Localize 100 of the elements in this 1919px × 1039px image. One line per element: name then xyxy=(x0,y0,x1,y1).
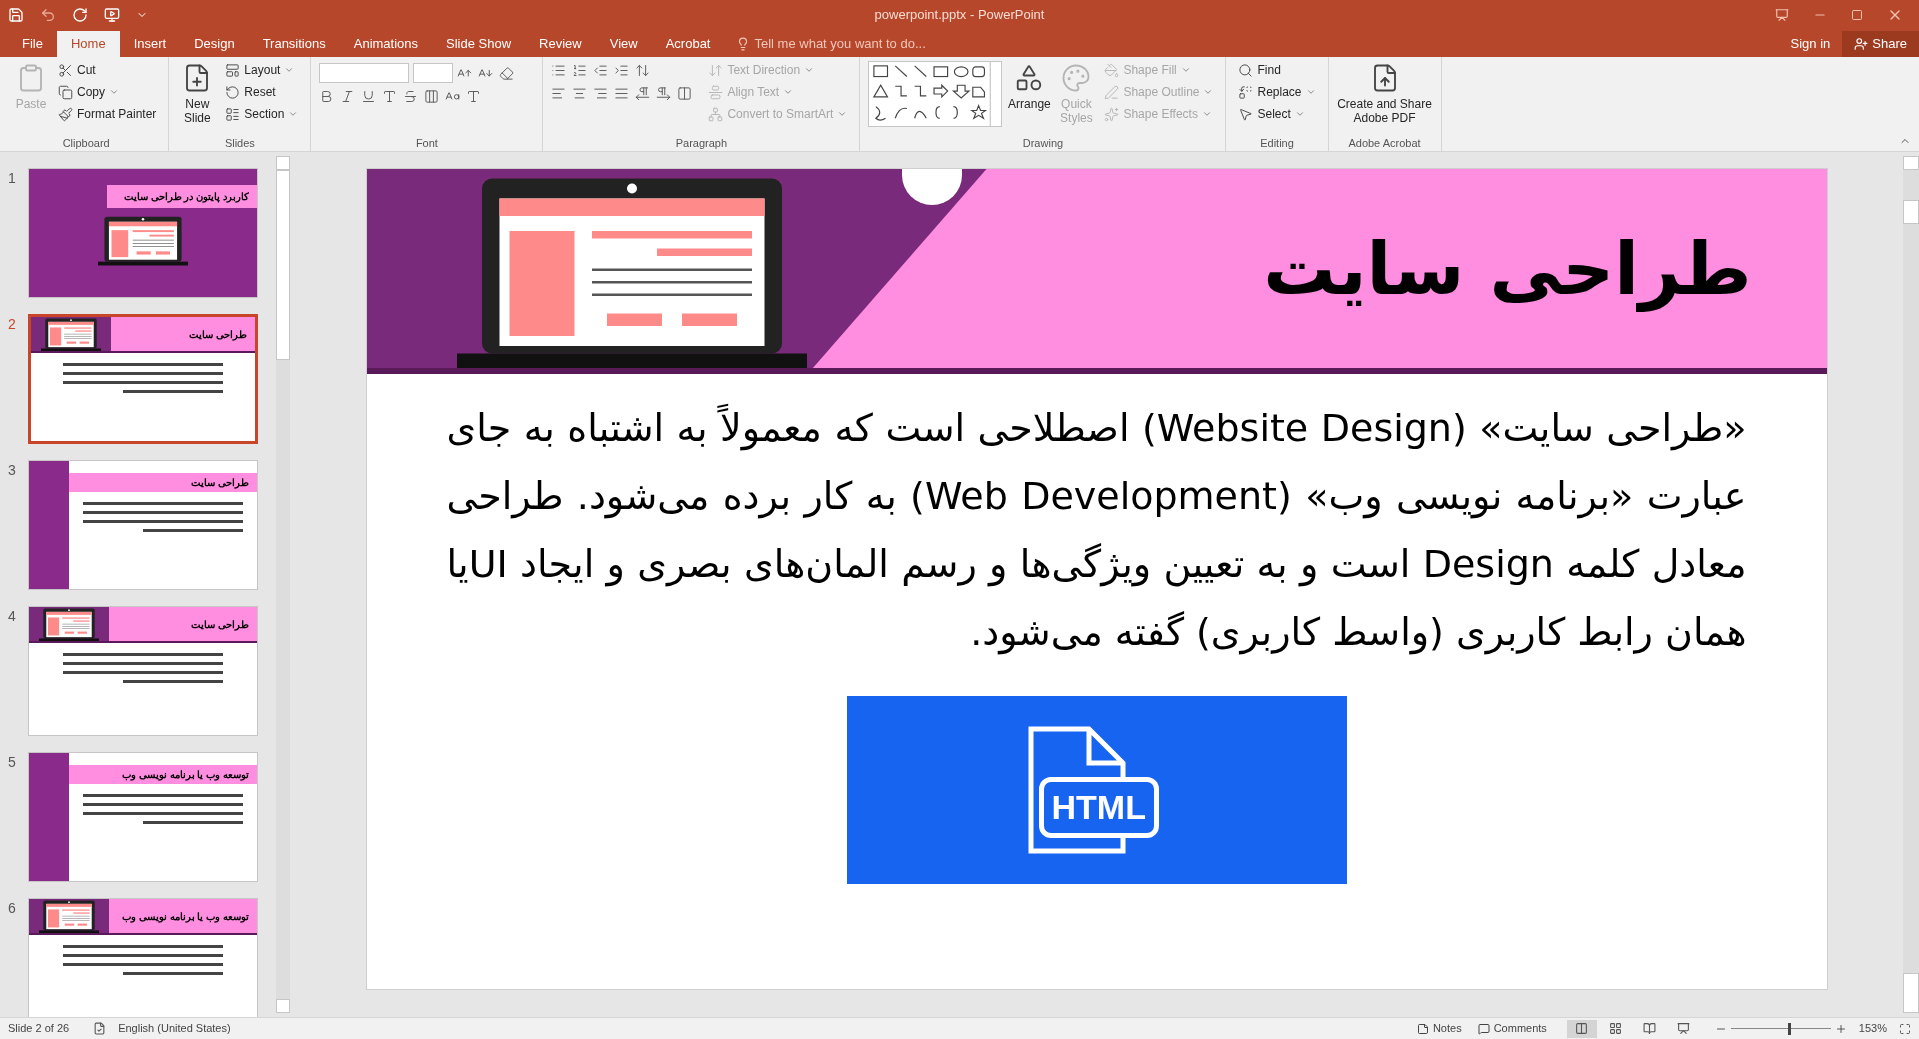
replace-icon xyxy=(1238,84,1254,100)
slide-thumbnail[interactable]: طراحی سایت xyxy=(28,460,258,590)
caret-icon xyxy=(1294,109,1305,119)
ribbon-tab[interactable]: Review xyxy=(525,31,596,57)
align-center-icon xyxy=(572,86,588,101)
slide-thumbnail[interactable]: طراحی سایت xyxy=(28,314,258,444)
tell-me-field[interactable]: Tell me what you want to do... xyxy=(754,34,926,54)
shapes-gallery-drawing[interactable] xyxy=(868,61,1003,127)
section-icon xyxy=(225,106,241,122)
ribbon-tab[interactable]: Transitions xyxy=(248,31,340,57)
font-size-field[interactable] xyxy=(413,63,454,83)
spelling-icon[interactable] xyxy=(93,1022,107,1035)
ribbon-button[interactable]: Select xyxy=(1234,103,1320,125)
undo-icon[interactable] xyxy=(40,7,56,23)
ribbon-tab[interactable]: File xyxy=(8,31,57,57)
ribbon-large-button[interactable]: New Slide xyxy=(177,59,218,125)
caret-icon xyxy=(1180,65,1191,75)
ribbon-tab[interactable]: View xyxy=(595,31,652,57)
slide-number: 3 xyxy=(8,461,17,480)
group-label: Clipboard xyxy=(61,136,111,151)
notes-button[interactable]: Notes xyxy=(1408,1020,1470,1037)
italic-icon xyxy=(340,89,356,104)
group-label: Adobe Acrobat xyxy=(1347,136,1422,151)
group-label: Drawing xyxy=(1021,136,1065,151)
ribbon-button[interactable]: Layout xyxy=(221,59,303,81)
ribbon-button[interactable]: Find xyxy=(1234,59,1320,81)
bullets-icon xyxy=(551,63,567,78)
quick-styles-icon xyxy=(1061,63,1092,93)
slide-thumbnail[interactable]: طراحی سایت xyxy=(28,606,258,736)
window-title: powerpoint.pptx - PowerPoint xyxy=(873,6,1046,25)
language-label[interactable]: English (United States) xyxy=(118,1020,231,1037)
numbering-icon xyxy=(572,63,588,78)
slide-thumbnail[interactable]: توسعه وب یا برنامه نویسی وب xyxy=(28,752,258,882)
restore-icon[interactable] xyxy=(1851,9,1863,21)
slide-info: Slide 2 of 26 xyxy=(8,1021,70,1037)
ribbon-button[interactable]: Replace xyxy=(1234,81,1320,103)
caret-icon xyxy=(1201,109,1212,119)
cursor-icon xyxy=(1238,106,1254,122)
underline-icon xyxy=(361,89,377,104)
laptop-drawing xyxy=(41,318,101,351)
ribbon-button[interactable]: Format Painter xyxy=(54,103,161,125)
scissors-icon xyxy=(58,62,73,78)
layout-icon xyxy=(225,62,241,78)
slide-thumbnail[interactable]: کاربرد پایتون در طراحی سایت xyxy=(28,168,258,298)
ribbon-button[interactable]: Copy xyxy=(54,81,161,103)
save-icon[interactable] xyxy=(8,7,24,23)
zoom-slider[interactable] xyxy=(1730,1022,1831,1035)
ribbon-button[interactable]: Section xyxy=(221,103,303,125)
sign-in-link[interactable]: Sign in xyxy=(1778,31,1843,57)
scrollbar[interactable] xyxy=(276,156,290,1013)
book-icon xyxy=(1643,1022,1657,1035)
share-button[interactable]: Share xyxy=(1842,31,1919,57)
font-color-icon xyxy=(466,89,482,104)
align-text-icon xyxy=(708,84,724,100)
indent-icon xyxy=(614,63,630,78)
ribbon-button[interactable]: Cut xyxy=(54,59,161,81)
thumbnail-title: کاربرد پایتون در طراحی سایت xyxy=(107,185,257,208)
ribbon-tab[interactable]: Insert xyxy=(119,31,181,57)
ribbon-large-button[interactable]: Create and Share Adobe PDF xyxy=(1336,59,1433,125)
notes-icon xyxy=(1416,1022,1429,1035)
caret-icon xyxy=(783,87,794,97)
view-button[interactable] xyxy=(1566,1019,1597,1038)
laptop-drawing xyxy=(39,608,99,641)
scrollbar[interactable] xyxy=(1903,156,1919,1013)
align-left-icon xyxy=(551,86,567,101)
ribbon-tab[interactable]: Home xyxy=(56,31,120,57)
slide-number: 5 xyxy=(8,753,17,772)
ribbon-tab[interactable]: Acrobat xyxy=(651,31,725,57)
presentation-icon xyxy=(1677,1022,1691,1035)
copy-icon xyxy=(58,84,73,100)
ribbon-display-icon[interactable] xyxy=(1775,8,1789,22)
caret-icon xyxy=(1305,87,1316,97)
grid-icon xyxy=(1609,1022,1623,1035)
ribbon-large-button[interactable]: Arrange xyxy=(1006,59,1053,127)
caret-icon xyxy=(109,87,119,97)
group-label: Slides xyxy=(223,136,256,151)
zoom-in-icon[interactable] xyxy=(1834,1022,1847,1035)
thumbnail-title: طراحی سایت xyxy=(190,617,250,632)
zoom-thumb[interactable] xyxy=(1787,1022,1791,1035)
thumbnail-title: توسعه وب یا برنامه نویسی وب xyxy=(121,909,250,924)
normal-view-icon xyxy=(1575,1022,1589,1035)
slide-number: 6 xyxy=(8,899,17,918)
ribbon-tab[interactable]: Slide Show xyxy=(432,31,526,57)
smartart-icon xyxy=(708,106,724,122)
ribbon-tab[interactable]: Animations xyxy=(339,31,433,57)
redo-icon[interactable] xyxy=(72,7,88,23)
ribbon-tab[interactable]: Design xyxy=(180,31,249,57)
caret-icon xyxy=(288,109,299,119)
ribbon-button[interactable]: Reset xyxy=(221,81,303,103)
fit-to-window-icon[interactable] xyxy=(1899,1022,1911,1035)
slideshow-icon[interactable] xyxy=(104,7,120,23)
outdent-icon xyxy=(593,63,609,78)
caret-icon xyxy=(837,109,848,119)
zoom-level[interactable]: 153% xyxy=(1858,1020,1887,1037)
slide-thumbnail[interactable]: توسعه وب یا برنامه نویسی وب xyxy=(28,898,258,1017)
comments-button[interactable]: Comments xyxy=(1469,1020,1555,1037)
slide-number: 1 xyxy=(8,169,17,188)
slide-body-text: «طراحی سایت» (Website Design) اصطلاحی است که معمولاً به اشتباه به جای عبارت «برنامه نویسی وب» (Web Development) به کار برده می‌شود. طراحی معادل کلمه Design است و به تعیین ویژگی‌ها و رسم المان‌های بصری و ایجاد UIیا همان رابط کاربری (واسط کاربری) گفته می‌شود. xyxy=(445,403,1748,657)
font-name-field[interactable] xyxy=(319,63,410,83)
caret-icon xyxy=(804,65,815,75)
